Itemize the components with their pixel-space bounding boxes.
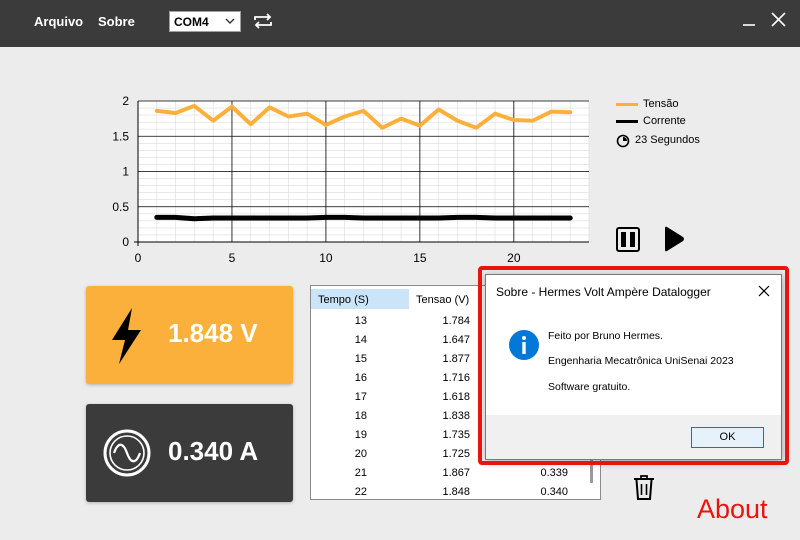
series-line-current bbox=[154, 214, 573, 222]
play-icon[interactable] bbox=[662, 226, 686, 252]
legend-current-label: Corrente bbox=[643, 115, 686, 127]
title-bar: Arquivo Sobre COM4 bbox=[0, 0, 800, 47]
cell-voltage: 1.735 bbox=[442, 429, 470, 441]
chart: 0 5 10 15 20 0 0.5 1 1.5 2 bbox=[112, 94, 590, 265]
cell-current: 0.339 bbox=[540, 467, 568, 479]
current-card: 0.340 A bbox=[86, 404, 293, 502]
port-select-value: COM4 bbox=[174, 15, 209, 29]
cell-voltage: 1.647 bbox=[442, 334, 470, 346]
current-value: 0.340 A bbox=[168, 436, 259, 466]
cell-time: 17 bbox=[354, 391, 367, 403]
legend-voltage-swatch bbox=[616, 103, 638, 106]
cell-current: 0.340 bbox=[540, 486, 568, 498]
cell-time: 22 bbox=[354, 486, 367, 498]
timer-label: 23 Segundos bbox=[635, 134, 700, 146]
timer-icon bbox=[616, 134, 630, 148]
legend-voltage-label: Tensão bbox=[643, 98, 679, 110]
menu-sobre[interactable]: Sobre bbox=[98, 14, 135, 29]
voltage-card: 1.848 V bbox=[86, 286, 293, 384]
chevron-down-icon bbox=[225, 18, 235, 24]
table-row[interactable]: 21 1.867 0.339 bbox=[311, 463, 600, 482]
port-select[interactable]: COM4 bbox=[169, 11, 241, 32]
x-tick-label: 20 bbox=[507, 251, 521, 265]
cell-time: 16 bbox=[354, 372, 367, 384]
cell-time: 21 bbox=[354, 467, 367, 479]
cell-voltage: 1.784 bbox=[442, 315, 470, 327]
x-tick-label: 15 bbox=[413, 251, 427, 265]
cell-voltage: 1.838 bbox=[442, 410, 470, 422]
cell-time: 18 bbox=[354, 410, 367, 422]
cell-voltage: 1.877 bbox=[442, 353, 470, 365]
column-header-time[interactable]: Tempo (S) bbox=[311, 289, 409, 309]
cell-voltage: 1.848 bbox=[442, 486, 470, 498]
cell-time: 13 bbox=[354, 315, 367, 327]
cell-time: 15 bbox=[354, 353, 367, 365]
cell-voltage: 1.618 bbox=[442, 391, 470, 403]
menu-arquivo[interactable]: Arquivo bbox=[34, 14, 83, 29]
y-tick-label: 2 bbox=[122, 94, 129, 108]
x-tick-label: 10 bbox=[319, 251, 333, 265]
x-tick-label: 5 bbox=[229, 251, 236, 265]
cell-time: 19 bbox=[354, 429, 367, 441]
highlight-box bbox=[478, 266, 789, 465]
y-tick-label: 0 bbox=[122, 235, 129, 249]
lightning-icon bbox=[112, 308, 141, 364]
table-row[interactable]: 22 1.848 0.340 bbox=[311, 482, 600, 499]
about-annotation: About bbox=[697, 494, 768, 524]
trash-icon[interactable] bbox=[632, 474, 656, 501]
cell-voltage: 1.716 bbox=[442, 372, 470, 384]
cell-voltage: 1.867 bbox=[442, 467, 470, 479]
y-tick-label: 0.5 bbox=[112, 200, 129, 214]
y-tick-label: 1 bbox=[122, 165, 129, 179]
sine-wave-icon bbox=[103, 429, 151, 477]
refresh-icon[interactable] bbox=[252, 11, 274, 31]
voltage-value: 1.848 V bbox=[168, 318, 258, 348]
y-tick-label: 1.5 bbox=[112, 129, 129, 143]
pause-icon[interactable] bbox=[616, 227, 640, 252]
close-icon[interactable] bbox=[770, 11, 787, 28]
cell-time: 20 bbox=[354, 448, 367, 460]
legend-current-swatch bbox=[616, 120, 638, 123]
x-tick-label: 0 bbox=[135, 251, 142, 265]
cell-voltage: 1.725 bbox=[442, 448, 470, 460]
cell-time: 14 bbox=[354, 334, 367, 346]
minimize-icon[interactable] bbox=[741, 12, 757, 28]
